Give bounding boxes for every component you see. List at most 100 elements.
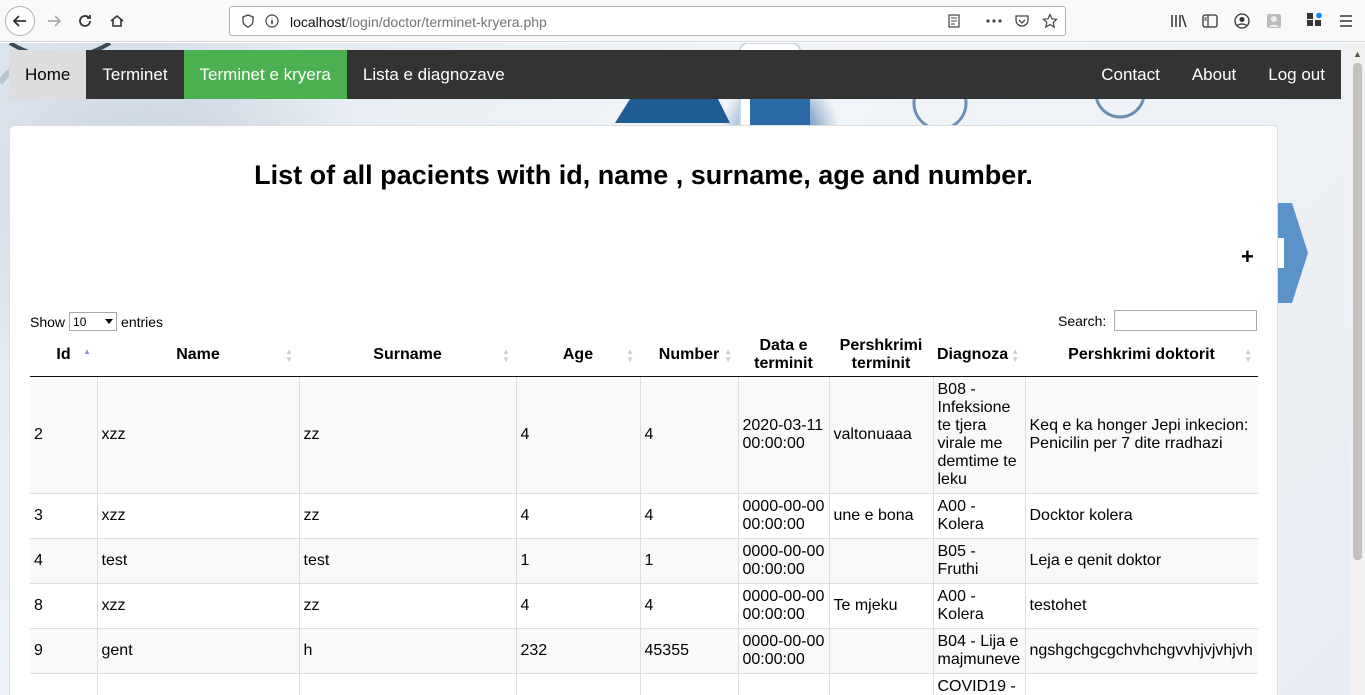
entries-select[interactable]: 10 <box>69 312 118 331</box>
page-scrollbar[interactable]: ▲ <box>1350 43 1365 695</box>
scroll-up-icon[interactable]: ▲ <box>1353 49 1362 59</box>
column-header-label: Name <box>176 345 220 363</box>
nav-about[interactable]: About <box>1176 50 1252 99</box>
table-cell: 1 <box>516 537 641 583</box>
more-actions-icon[interactable] <box>984 11 1004 31</box>
table-cell <box>829 672 934 695</box>
entries-label: entries <box>121 313 164 330</box>
library-icon[interactable] <box>1168 10 1190 32</box>
reload-button[interactable] <box>70 6 100 36</box>
bookmark-star-icon[interactable] <box>1040 11 1060 31</box>
table-cell: h <box>299 627 517 673</box>
column-header[interactable]: Id ▲ <box>30 334 97 377</box>
sort-both-icon: ▲ ▼ <box>1011 347 1019 364</box>
table-cell: Docktor kolera <box>1025 492 1258 538</box>
show-entries: Show 10 entries <box>30 312 163 331</box>
search-label: Search: <box>1058 313 1107 329</box>
table-cell: une e bona <box>829 492 934 538</box>
nav-lista-e-diagnozave[interactable]: Lista e diagnozave <box>347 50 521 99</box>
background-arrow-shape <box>1272 203 1308 303</box>
nav-log-out[interactable]: Log out <box>1252 50 1341 99</box>
nav-terminet-e-kryera[interactable]: Terminet e kryera <box>183 50 347 99</box>
browser-toolbar: localhost/login/doctor/terminet-kryera.p… <box>0 0 1365 42</box>
table-cell: 0000-00-00 00:00:00 <box>738 492 830 538</box>
arrow-right-icon <box>48 15 62 27</box>
account-icon[interactable] <box>1231 10 1253 32</box>
nav-home[interactable]: Home <box>9 50 87 99</box>
show-label: Show <box>30 313 66 330</box>
table-cell: A00 - Kolera <box>933 582 1026 628</box>
sort-asc-icon: ▲ <box>83 347 91 356</box>
table-cell: valtonuaaa <box>829 375 934 493</box>
content-panel: List of all pacients with id, name , sur… <box>9 125 1278 695</box>
nav-terminet[interactable]: Terminet <box>86 50 183 99</box>
table-cell <box>829 537 934 583</box>
reload-icon <box>79 15 91 27</box>
table-cell: zz <box>299 582 517 628</box>
column-header[interactable]: Number ▲ ▼ <box>640 334 738 377</box>
forward-button[interactable] <box>39 6 69 36</box>
table-cell: Te mjeku <box>829 582 934 628</box>
table-row[interactable]: 3 xzz zz 4 4 0000-00-00 00:00:00 une e b… <box>30 492 1258 538</box>
table-cell: 3 <box>30 492 98 538</box>
back-button[interactable] <box>5 6 35 36</box>
table-row[interactable]: 9 gent h 232 45355 0000-00-00 00:00:00 B… <box>30 627 1258 673</box>
column-header-label: Diagnoza <box>937 345 1009 363</box>
column-header[interactable]: Pershkrimi doktorit ▲ ▼ <box>1025 334 1258 377</box>
home-button[interactable] <box>102 6 132 36</box>
column-header[interactable]: Pershkrimi terminit <box>829 334 933 377</box>
table-cell: 4 <box>516 492 641 538</box>
add-button[interactable]: + <box>1241 244 1254 270</box>
table-cell: test <box>299 537 517 583</box>
table-row[interactable]: 4 test test 1 1 0000-00-00 00:00:00 B05 … <box>30 537 1258 583</box>
shield-icon[interactable] <box>238 11 258 31</box>
table-row[interactable]: 8 xzz zz 4 4 0000-00-00 00:00:00 Te mjek… <box>30 582 1258 628</box>
column-header[interactable]: Diagnoza ▲ ▼ <box>933 334 1025 377</box>
table-cell: 4 <box>640 492 739 538</box>
column-header[interactable]: Name ▲ ▼ <box>97 334 299 377</box>
table-cell: A00 - Kolera <box>933 492 1026 538</box>
extensions-icon[interactable] <box>1303 10 1325 32</box>
column-header-label: Data e terminit <box>754 336 813 372</box>
table-cell <box>829 627 934 673</box>
table-cell: 1 <box>640 537 739 583</box>
table-cell: 0000-00-00 00:00:00 <box>738 537 830 583</box>
pocket-icon[interactable] <box>1012 11 1032 31</box>
column-header-label: Age <box>562 345 594 363</box>
table-cell <box>1025 672 1258 695</box>
entries-value: 10 <box>73 314 87 329</box>
patients-table: Id ▲ Name ▲ ▼ Surname ▲ ▼ Age ▲ ▼ Number ▲ ▼ Data… <box>30 334 1258 695</box>
home-icon <box>110 14 124 27</box>
table-row[interactable]: 2 xzz zz 4 4 2020-03-11 00:00:00 valtonu… <box>30 375 1258 493</box>
info-icon[interactable] <box>262 11 282 31</box>
menu-icon[interactable] <box>1335 10 1357 32</box>
sidebar-icon[interactable] <box>1199 10 1221 32</box>
table-cell: 4 <box>516 582 641 628</box>
column-header[interactable]: Age ▲ ▼ <box>516 334 640 377</box>
sort-both-icon: ▲ ▼ <box>626 347 634 364</box>
reader-view-icon[interactable] <box>944 11 964 31</box>
table-cell <box>97 672 300 695</box>
table-cell: B08 - Infeksione te tjera virale me demt… <box>933 375 1026 493</box>
top-navigation: Home Terminet Terminet e kryera Lista e … <box>9 50 1341 99</box>
address-bar[interactable]: localhost/login/doctor/terminet-kryera.p… <box>229 6 1066 36</box>
search-input[interactable] <box>1114 310 1257 331</box>
table-row[interactable]: COVID19 - <box>30 672 1258 695</box>
table-cell: Keq e ka honger Jepi inkecion: Penicilin… <box>1025 375 1258 493</box>
table-cell: 4 <box>640 375 739 493</box>
table-cell: 4 <box>640 582 739 628</box>
column-header-label: Pershkrimi terminit <box>839 336 923 372</box>
url-host: localhost <box>290 14 346 30</box>
table-cell: ngshgchgcgchvhchgvvhjvjvhjvh <box>1025 627 1258 673</box>
column-header[interactable]: Surname ▲ ▼ <box>299 334 516 377</box>
table-cell: xzz <box>97 582 300 628</box>
url-text[interactable]: localhost/login/doctor/terminet-kryera.p… <box>290 14 547 30</box>
nav-contact[interactable]: Contact <box>1085 50 1176 99</box>
column-header[interactable]: Data e terminit <box>738 334 829 377</box>
extension-avatar-icon[interactable] <box>1263 10 1285 32</box>
table-cell: test <box>97 537 300 583</box>
nav-right-group: Contact About Log out <box>1085 50 1341 99</box>
table-cell: 4 <box>30 537 98 583</box>
table-cell: 0000-00-00 00:00:00 <box>738 582 830 628</box>
scroll-thumb[interactable] <box>1353 63 1362 560</box>
